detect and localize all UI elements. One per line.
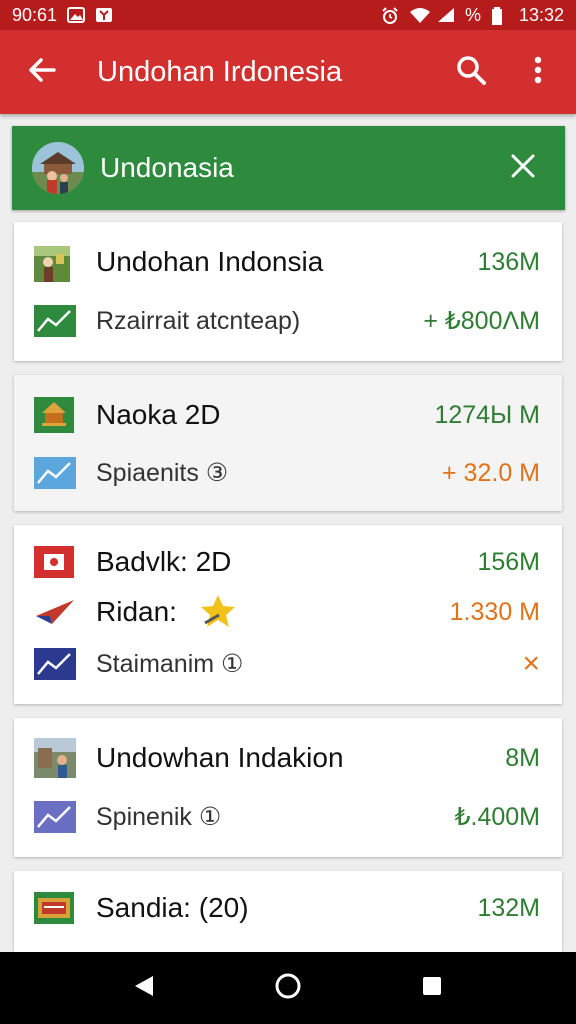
signal-icon [437, 7, 455, 23]
item-value: 1274Ы M [434, 400, 540, 429]
avatar [32, 142, 84, 194]
dismiss-icon[interactable]: × [522, 647, 540, 681]
item-title: Badvlk: 2D [96, 546, 232, 577]
flag-building-icon [34, 892, 74, 924]
nav-home-button[interactable] [266, 966, 310, 1010]
status-time-left: 90:61 [12, 4, 58, 25]
list-card[interactable]: Undowhan Indakion 8M Spinenik ① ₺.400M [14, 718, 562, 857]
wifi-icon [409, 7, 430, 23]
item-value: 156M [477, 547, 540, 576]
item-title: Undowhan Indakion [96, 742, 344, 773]
nav-back-button[interactable] [122, 966, 166, 1010]
trend-chart-navy-icon [34, 648, 76, 680]
alarm-icon [381, 7, 399, 24]
item-value: 1.330 M [449, 597, 540, 626]
trend-chart-blue-icon [34, 457, 76, 489]
filter-label: Undonasia [100, 152, 234, 183]
street-photo-icon [34, 738, 76, 778]
list-card[interactable]: Undohan Indonsia 136M Rzairrait atcnteap… [14, 222, 562, 361]
item-subtitle: Spiaenits ③ [96, 459, 229, 487]
status-time-right: 13:32 [518, 4, 564, 25]
item-value: + ₺800ΛM [423, 307, 540, 335]
item-subtitle: Staimanim ① [96, 650, 244, 678]
app-bar-title: Undohan Irdonesia [97, 55, 343, 88]
more-options-button[interactable] [518, 47, 558, 97]
item-value: 132M [477, 893, 540, 922]
home-circle-icon [274, 972, 302, 1005]
close-button[interactable] [501, 146, 545, 190]
battery-percent-label: % [464, 4, 481, 25]
list-item[interactable]: Badvlk: 2D 156M [14, 537, 562, 587]
recents-square-icon [421, 975, 443, 1002]
app-bar: Undohan Irdonesia [0, 30, 576, 114]
list-item[interactable]: Staimanim ① × [14, 639, 562, 689]
list-item[interactable]: Spiaenits ③ + 32.0 M [14, 448, 562, 498]
item-title: Naoka 2D [96, 399, 221, 430]
list-item[interactable]: Undohan Indonsia 136M [14, 237, 562, 287]
star-badge-icon [199, 593, 237, 634]
item-title: Sandia: (20) [96, 892, 249, 923]
plane-icon [34, 596, 76, 628]
back-arrow-icon [27, 55, 57, 90]
filter-banner[interactable]: Undonasia [12, 126, 565, 210]
item-title: Undohan Indonsia [96, 246, 324, 277]
more-vert-icon [533, 55, 543, 90]
battery-icon [491, 7, 509, 25]
list-item[interactable]: Ridan: 1.330 M [14, 587, 562, 637]
list-item[interactable]: Undowhan Indakion 8M [14, 733, 562, 783]
list-item[interactable]: Rzairrait atcnteap) + ₺800ΛM [14, 296, 562, 346]
item-title: Ridan: [96, 596, 177, 627]
item-value: ₺.400M [454, 803, 540, 831]
list-card[interactable]: Sandia: (20) 132M [14, 871, 562, 952]
trend-chart-green-icon [34, 305, 76, 337]
search-button[interactable] [448, 47, 494, 97]
list-item[interactable]: Naoka 2D 1274Ы M [14, 390, 562, 440]
search-icon [455, 54, 487, 91]
temple-green-icon [34, 397, 74, 433]
item-value: 136M [477, 247, 540, 276]
list-item[interactable]: Sandia: (20) 132M [14, 883, 562, 933]
nav-recents-button[interactable] [410, 966, 454, 1010]
flag-red-icon [34, 546, 74, 578]
item-value: + 32.0 M [442, 458, 540, 487]
item-subtitle: Rzairrait atcnteap) [96, 306, 301, 335]
system-nav-bar [0, 952, 576, 1024]
close-icon [510, 153, 536, 184]
list-card[interactable]: Naoka 2D 1274Ы M Spiaenits ③ + 32.0 M [14, 375, 562, 511]
item-value: 8M [505, 743, 540, 772]
item-subtitle: Spinenik ① [96, 803, 222, 831]
status-bar: 90:61 % 13:32 [0, 0, 576, 30]
trend-chart-purple-icon [34, 801, 76, 833]
flag-photo-icon [34, 246, 70, 282]
image-notification-icon [67, 7, 86, 23]
list-item[interactable]: Spinenik ① ₺.400M [14, 792, 562, 842]
list-card[interactable]: Badvlk: 2D 156M Ridan: 1.330 M Staimanim… [14, 525, 562, 704]
back-triangle-icon [133, 974, 155, 1003]
back-button[interactable] [17, 47, 67, 97]
shield-notification-icon [95, 7, 113, 23]
